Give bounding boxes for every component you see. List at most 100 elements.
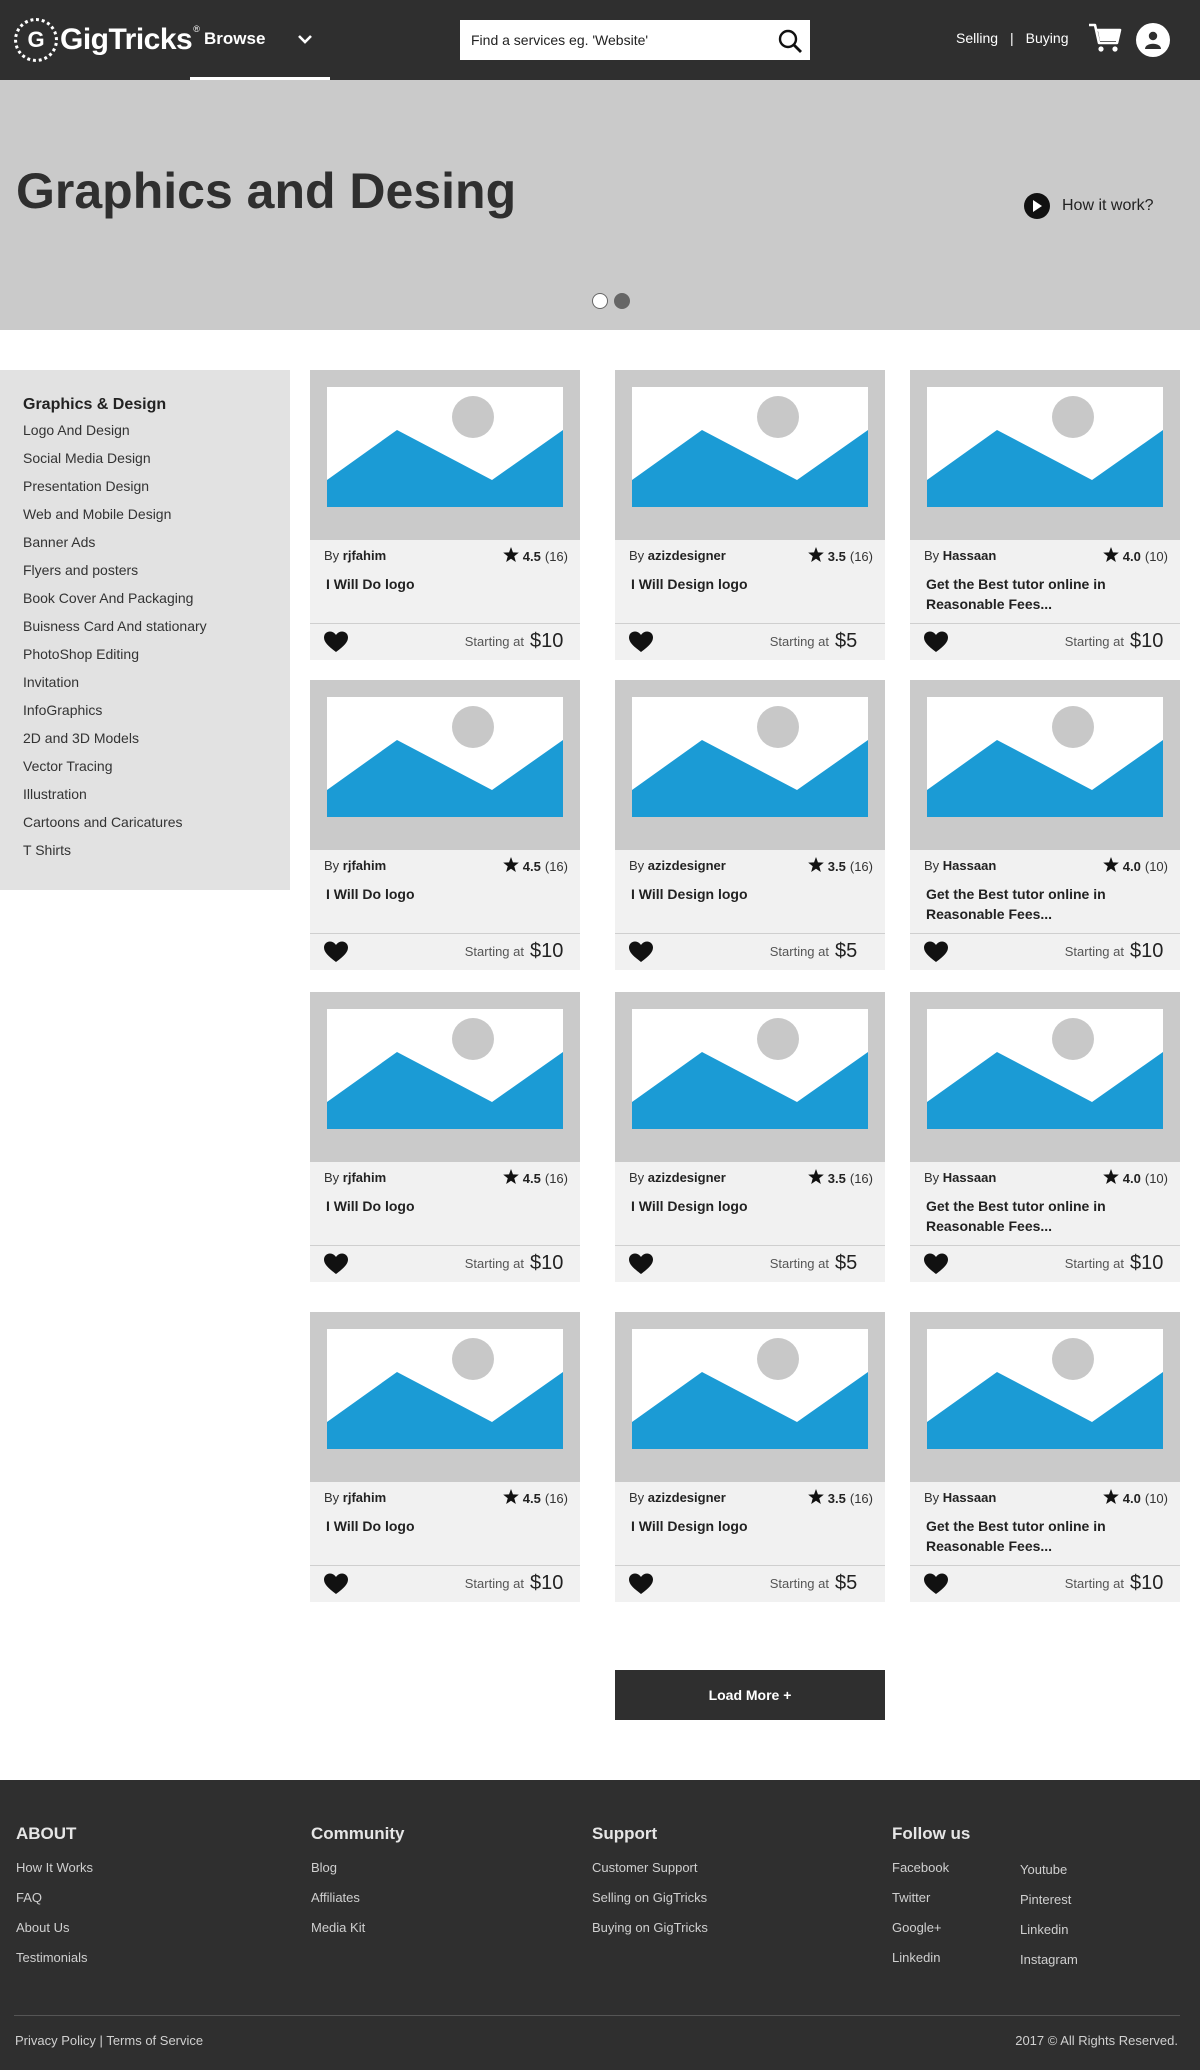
- gig-card[interactable]: By rjfahim 4.5 (16) I Will Do logo Starting …: [310, 1312, 580, 1602]
- seller-name-link[interactable]: Hassaan: [943, 1170, 996, 1185]
- footer-link-customer-support[interactable]: Customer Support: [592, 1860, 708, 1890]
- gig-thumbnail-image[interactable]: [615, 992, 885, 1162]
- footer-link-blog[interactable]: Blog: [311, 1860, 405, 1890]
- heart-icon[interactable]: [629, 1253, 653, 1280]
- gig-card[interactable]: By azizdesigner 3.5 (16) I Will Design logo…: [615, 992, 885, 1282]
- carousel-dot-1[interactable]: [592, 293, 608, 309]
- sidebar-item-logo-design[interactable]: Logo And Design: [23, 421, 290, 449]
- gig-title-link[interactable]: I Will Do logo: [326, 574, 566, 594]
- footer-link-instagram[interactable]: Instagram: [1020, 1952, 1078, 1982]
- gig-title-link[interactable]: I Will Design logo: [631, 574, 871, 594]
- sidebar-item-t-shirts[interactable]: T Shirts: [23, 841, 290, 869]
- footer-link-how-it-works[interactable]: How It Works: [16, 1860, 93, 1890]
- seller-name-link[interactable]: rjfahim: [343, 1170, 386, 1185]
- gig-thumbnail-image[interactable]: [910, 992, 1180, 1162]
- seller-name-link[interactable]: Hassaan: [943, 1490, 996, 1505]
- sidebar-item-invitation[interactable]: Invitation: [23, 673, 290, 701]
- gig-title-link[interactable]: I Will Do logo: [326, 1196, 566, 1216]
- gig-card[interactable]: By Hassaan 4.0 (10) Get the Best tutor onli…: [910, 1312, 1180, 1602]
- search-icon[interactable]: [776, 27, 804, 55]
- footer-link-google-plus[interactable]: Google+: [892, 1920, 970, 1950]
- carousel-dot-2[interactable]: [614, 293, 630, 309]
- gig-thumbnail-image[interactable]: [910, 370, 1180, 540]
- sidebar-item-presentation-design[interactable]: Presentation Design: [23, 477, 290, 505]
- buying-link[interactable]: Buying: [1026, 30, 1069, 46]
- gig-title-link[interactable]: I Will Do logo: [326, 1516, 566, 1536]
- gig-card[interactable]: By rjfahim 4.5 (16) I Will Do logo Starting …: [310, 992, 580, 1282]
- sidebar-item-book-cover[interactable]: Book Cover And Packaging: [23, 589, 290, 617]
- sidebar-item-flyers-posters[interactable]: Flyers and posters: [23, 561, 290, 589]
- gig-thumbnail-image[interactable]: [310, 680, 580, 850]
- gig-title-link[interactable]: I Will Design logo: [631, 1516, 871, 1536]
- footer-link-about-us[interactable]: About Us: [16, 1920, 93, 1950]
- gig-thumbnail-image[interactable]: [615, 370, 885, 540]
- sidebar-item-business-card[interactable]: Buisness Card And stationary: [23, 617, 290, 645]
- gig-card[interactable]: By azizdesigner 3.5 (16) I Will Design logo…: [615, 370, 885, 660]
- seller-name-link[interactable]: azizdesigner: [648, 1170, 726, 1185]
- heart-icon[interactable]: [324, 941, 348, 968]
- footer-link-faq[interactable]: FAQ: [16, 1890, 93, 1920]
- gig-thumbnail-image[interactable]: [310, 370, 580, 540]
- gig-title-link[interactable]: I Will Do logo: [326, 884, 566, 904]
- seller-name-link[interactable]: rjfahim: [343, 1490, 386, 1505]
- user-icon[interactable]: [1136, 23, 1170, 57]
- heart-icon[interactable]: [324, 631, 348, 658]
- heart-icon[interactable]: [324, 1253, 348, 1280]
- heart-icon[interactable]: [924, 1253, 948, 1280]
- footer-link-youtube[interactable]: Youtube: [1020, 1862, 1078, 1892]
- heart-icon[interactable]: [629, 631, 653, 658]
- footer-link-linkedin-2[interactable]: Linkedin: [1020, 1922, 1078, 1952]
- gig-title-link[interactable]: Get the Best tutor online in Reasonable …: [926, 1196, 1166, 1236]
- seller-name-link[interactable]: Hassaan: [943, 548, 996, 563]
- selling-link[interactable]: Selling: [956, 30, 998, 46]
- gig-thumbnail-image[interactable]: [910, 1312, 1180, 1482]
- heart-icon[interactable]: [924, 631, 948, 658]
- gig-title-link[interactable]: I Will Design logo: [631, 1196, 871, 1216]
- gig-card[interactable]: By Hassaan 4.0 (10) Get the Best tutor onli…: [910, 680, 1180, 970]
- sidebar-item-2d-3d-models[interactable]: 2D and 3D Models: [23, 729, 290, 757]
- heart-icon[interactable]: [629, 941, 653, 968]
- sidebar-item-social-media-design[interactable]: Social Media Design: [23, 449, 290, 477]
- gig-thumbnail-image[interactable]: [615, 1312, 885, 1482]
- gig-card[interactable]: By rjfahim 4.5 (16) I Will Do logo Starting …: [310, 370, 580, 660]
- sidebar-item-photoshop-editing[interactable]: PhotoShop Editing: [23, 645, 290, 673]
- gig-card[interactable]: By rjfahim 4.5 (16) I Will Do logo Starting …: [310, 680, 580, 970]
- seller-name-link[interactable]: azizdesigner: [648, 548, 726, 563]
- seller-name-link[interactable]: rjfahim: [343, 548, 386, 563]
- footer-link-media-kit[interactable]: Media Kit: [311, 1920, 405, 1950]
- browse-menu[interactable]: Browse: [190, 0, 330, 80]
- sidebar-item-illustration[interactable]: Illustration: [23, 785, 290, 813]
- heart-icon[interactable]: [924, 1573, 948, 1600]
- gig-thumbnail-image[interactable]: [310, 1312, 580, 1482]
- footer-link-facebook[interactable]: Facebook: [892, 1860, 970, 1890]
- gig-title-link[interactable]: Get the Best tutor online in Reasonable …: [926, 884, 1166, 924]
- gig-card[interactable]: By Hassaan 4.0 (10) Get the Best tutor onli…: [910, 992, 1180, 1282]
- seller-name-link[interactable]: azizdesigner: [648, 858, 726, 873]
- seller-name-link[interactable]: azizdesigner: [648, 1490, 726, 1505]
- sidebar-item-vector-tracing[interactable]: Vector Tracing: [23, 757, 290, 785]
- heart-icon[interactable]: [324, 1573, 348, 1600]
- footer-link-selling[interactable]: Selling on GigTricks: [592, 1890, 708, 1920]
- gig-thumbnail-image[interactable]: [910, 680, 1180, 850]
- gig-title-link[interactable]: Get the Best tutor online in Reasonable …: [926, 574, 1166, 614]
- seller-name-link[interactable]: Hassaan: [943, 858, 996, 873]
- footer-link-linkedin[interactable]: Linkedin: [892, 1950, 970, 1980]
- sidebar-item-infographics[interactable]: InfoGraphics: [23, 701, 290, 729]
- gig-card[interactable]: By Hassaan 4.0 (10) Get the Best tutor onli…: [910, 370, 1180, 660]
- footer-link-testimonials[interactable]: Testimonials: [16, 1950, 93, 1980]
- sidebar-item-web-mobile-design[interactable]: Web and Mobile Design: [23, 505, 290, 533]
- load-more-button[interactable]: Load More +: [615, 1670, 885, 1720]
- footer-link-pinterest[interactable]: Pinterest: [1020, 1892, 1078, 1922]
- gig-title-link[interactable]: Get the Best tutor online in Reasonable …: [926, 1516, 1166, 1556]
- footer-link-affiliates[interactable]: Affiliates: [311, 1890, 405, 1920]
- privacy-policy-link[interactable]: Privacy Policy: [15, 2033, 96, 2048]
- gig-thumbnail-image[interactable]: [615, 680, 885, 850]
- sidebar-item-cartoons[interactable]: Cartoons and Caricatures: [23, 813, 290, 841]
- cart-icon[interactable]: [1088, 22, 1122, 59]
- seller-name-link[interactable]: rjfahim: [343, 858, 386, 873]
- gig-card[interactable]: By azizdesigner 3.5 (16) I Will Design logo…: [615, 1312, 885, 1602]
- footer-link-buying[interactable]: Buying on GigTricks: [592, 1920, 708, 1950]
- gig-thumbnail-image[interactable]: [310, 992, 580, 1162]
- heart-icon[interactable]: [924, 941, 948, 968]
- terms-of-service-link[interactable]: Terms of Service: [106, 2033, 203, 2048]
